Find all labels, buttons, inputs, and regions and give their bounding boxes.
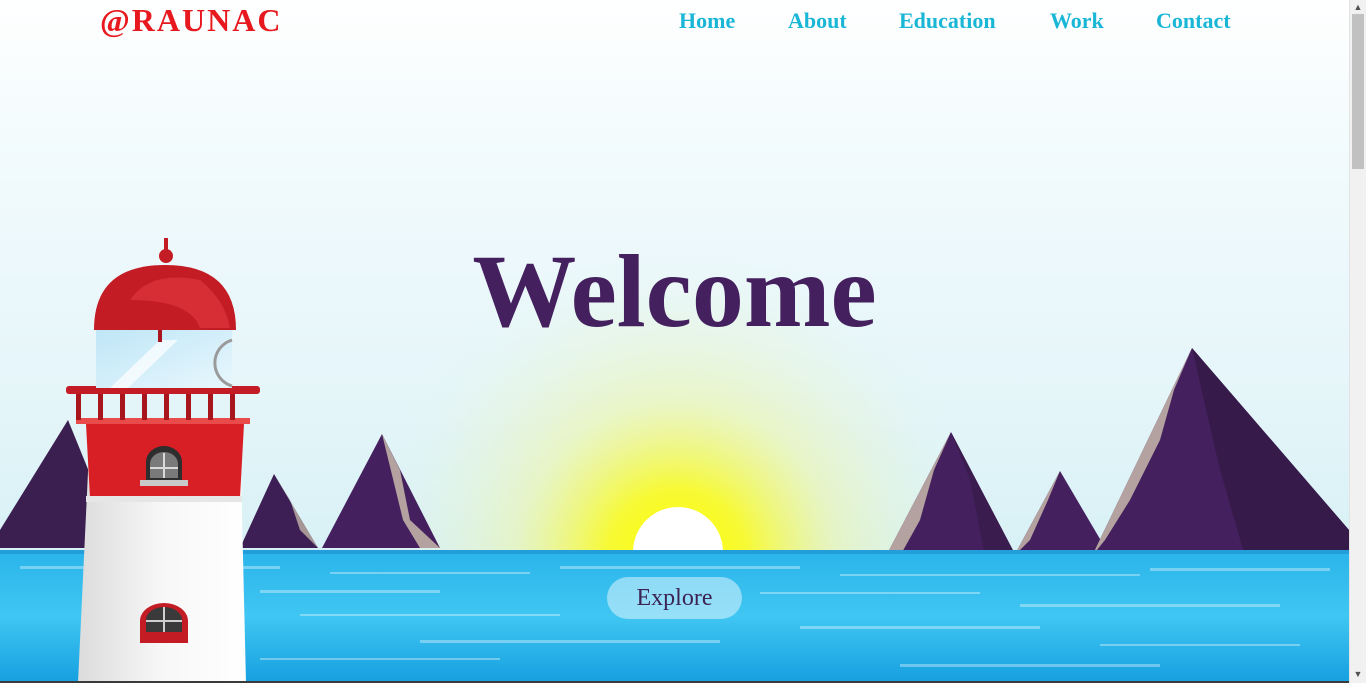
scroll-thumb[interactable]	[1352, 14, 1364, 169]
vertical-scrollbar[interactable]: ▲ ▼	[1349, 0, 1366, 683]
hero-section: @RAUNAC Home About Education Work Contac…	[0, 0, 1349, 683]
nav-link-home[interactable]: Home	[679, 8, 735, 34]
hero-title: Welcome	[472, 234, 877, 349]
nav-link-work[interactable]: Work	[1050, 8, 1104, 34]
nav-link-contact[interactable]: Contact	[1156, 8, 1231, 34]
explore-button[interactable]: Explore	[607, 577, 742, 619]
arrow-up-icon[interactable]: ▲	[1350, 0, 1366, 14]
arrow-down-icon[interactable]: ▼	[1350, 667, 1366, 681]
nav-link-education[interactable]: Education	[899, 8, 996, 34]
main-nav: Home About Education Work Contact	[0, 8, 1349, 38]
nav-link-about[interactable]: About	[788, 8, 847, 34]
